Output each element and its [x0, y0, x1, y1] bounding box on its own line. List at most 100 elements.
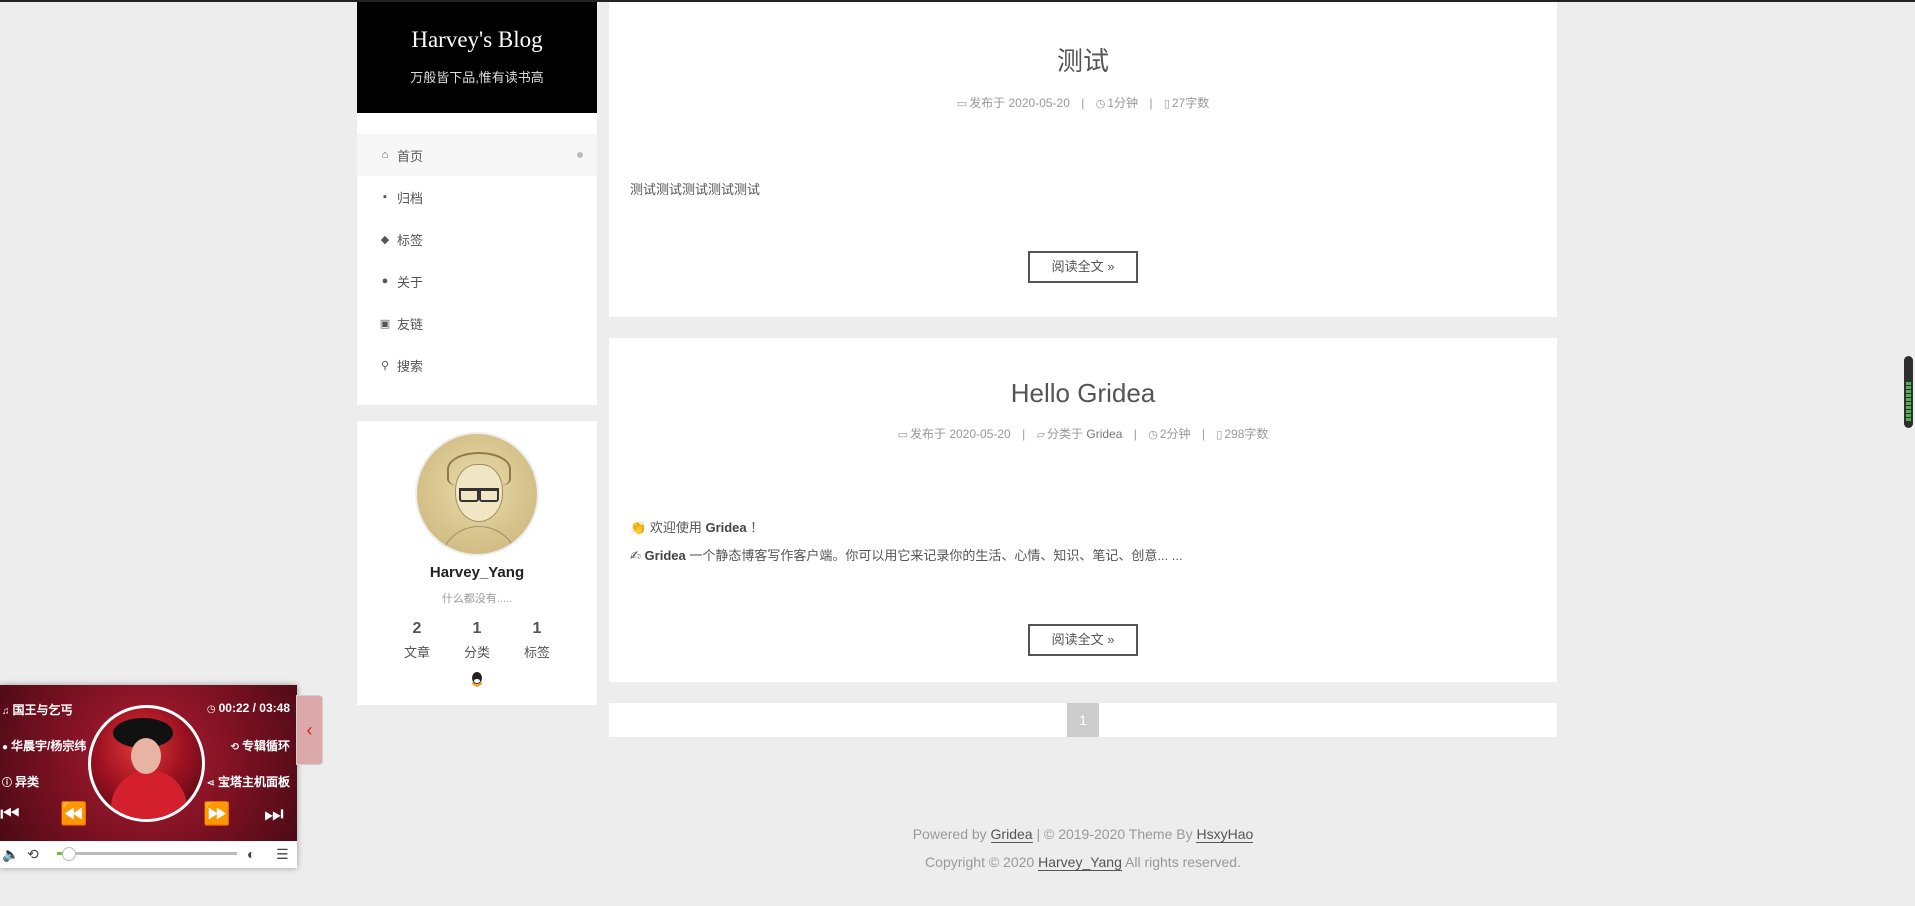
excerpt-text: 欢迎使用	[649, 520, 702, 535]
footer-text: | © 2019-2020 Theme By	[1036, 826, 1193, 842]
footer-line-1: Powered by Gridea | © 2019-2020 Theme By…	[609, 820, 1557, 848]
footer: Powered by Gridea | © 2019-2020 Theme By…	[609, 820, 1557, 876]
site-brand: Harvey's Blog 万般皆下品,惟有读书高	[357, 2, 597, 113]
category-prefix: 分类于	[1047, 427, 1084, 441]
loop-mode[interactable]: ⟲ 专辑循环	[231, 737, 290, 754]
song-title: ♫ 国王与乞丐	[2, 701, 73, 718]
word-count: 27字数	[1171, 96, 1210, 110]
menu-item-label: 友链	[397, 316, 424, 332]
stat-label: 标签	[523, 645, 550, 660]
toggle-icon[interactable]: ◐	[247, 846, 255, 862]
menu-item-home[interactable]: ⌂ 首页	[357, 134, 597, 176]
address-book-icon: ▣	[379, 317, 391, 330]
page-number-current[interactable]: 1	[1067, 703, 1099, 737]
info-icon: ⓘ	[2, 778, 12, 789]
excerpt-line: 👏 欢迎使用 Gridea ！	[630, 514, 1536, 542]
meta-separator: |	[1022, 427, 1026, 441]
menu-item-about[interactable]: ● 关于	[357, 260, 597, 302]
share-icon: ⋖	[206, 778, 215, 789]
rewind-icon[interactable]: ⏪	[60, 803, 87, 825]
player-collapse-button[interactable]: ‹	[296, 695, 323, 765]
excerpt-bold: Gridea	[705, 520, 747, 535]
writing-hand-icon: ✍	[630, 548, 641, 563]
stat-number: 1	[472, 620, 482, 637]
qq-icon[interactable]	[357, 671, 597, 690]
word-count: 298字数	[1224, 427, 1269, 441]
post-meta: ▭ 发布于 2020-05-20 | ▱ 分类于 Gridea | ◷ 2分钟 | ▯…	[609, 425, 1557, 442]
site-subtitle: 万般皆下品,惟有读书高	[410, 70, 544, 85]
stat-posts[interactable]: 2 文章	[387, 620, 447, 661]
scrollbar-thumb[interactable]	[1904, 356, 1913, 428]
clock-icon: ◷	[206, 704, 216, 715]
footer-text: Powered by	[912, 826, 987, 842]
album-name: 异类	[15, 775, 40, 789]
menu-item-links[interactable]: ▣ 友链	[357, 302, 597, 344]
menu-item-archive[interactable]: ▪ 归档	[357, 176, 597, 218]
album-cover[interactable]	[88, 705, 205, 822]
avatar-body	[439, 526, 519, 554]
post-excerpt: 测试测试测试测试测试	[630, 182, 761, 197]
song-time: ◷ 00:22 / 03:48	[207, 701, 290, 715]
menu-item-label: 首页	[397, 148, 424, 164]
repeat-icon: ⟲	[230, 742, 239, 753]
avatar	[415, 432, 539, 556]
post-date: 发布于 2020-05-20	[910, 427, 1011, 441]
category-link[interactable]: Gridea	[1086, 427, 1122, 441]
stat-number: 1	[532, 620, 542, 637]
post-meta: ▭ 发布于 2020-05-20 | ◷ 1分钟 | ▯ 27字数	[609, 94, 1557, 111]
read-more-button[interactable]: 阅读全文 »	[1028, 624, 1138, 656]
share-link[interactable]: ⋖ 宝塔主机面板	[207, 773, 290, 790]
song-album: ⓘ 异类	[2, 773, 39, 790]
menu-item-tags[interactable]: ◆ 标签	[357, 218, 597, 260]
pagination: 1	[609, 703, 1557, 737]
repeat-icon[interactable]: ⟲	[27, 846, 39, 862]
post-title[interactable]: Hello Gridea	[609, 378, 1557, 409]
site-title[interactable]: Harvey's Blog	[357, 27, 597, 53]
playlist-icon[interactable]: ☰	[276, 846, 289, 862]
profile-description: 什么都没有.....	[441, 593, 513, 605]
profile-card: Harvey_Yang 什么都没有..... 2 文章 1 分类 1 标签	[357, 421, 597, 705]
post-title[interactable]: 测试	[609, 41, 1557, 78]
profile-name: Harvey_Yang	[429, 564, 525, 581]
progress-track[interactable]	[57, 852, 237, 855]
share-text: 宝塔主机面板	[217, 775, 290, 789]
post-card: 测试 ▭ 发布于 2020-05-20 | ◷ 1分钟 | ▯ 27字数 测试测试测试…	[609, 2, 1557, 317]
meta-separator: |	[1201, 427, 1205, 441]
cover-face	[131, 738, 161, 774]
volume-icon[interactable]: 🔈	[2, 846, 19, 862]
music-player: ♫ 国王与乞丐 ◷ 00:22 / 03:48 ● 华晨宇/杨宗纬 ⟲ 专辑循环 ⓘ 异类…	[0, 685, 297, 868]
read-more-button[interactable]: 阅读全文 »	[1028, 251, 1138, 283]
fast-forward-icon[interactable]: ⏩	[203, 803, 230, 825]
active-indicator	[577, 152, 583, 158]
archive-icon: ▪	[383, 191, 387, 203]
stat-label: 分类	[463, 645, 490, 660]
meta-separator: |	[1081, 96, 1085, 110]
song-name: 国王与乞丐	[12, 703, 73, 717]
home-icon: ⌂	[381, 149, 389, 161]
excerpt-text: ！	[750, 520, 764, 535]
meta-separator: |	[1149, 96, 1153, 110]
gridea-link[interactable]: Gridea	[990, 826, 1033, 843]
footer-text: All rights reserved.	[1125, 854, 1241, 870]
footer-text: Copyright © 2020	[925, 854, 1035, 870]
user-icon: ●	[2, 742, 9, 753]
menu-item-label: 关于	[397, 274, 424, 290]
excerpt-text: 一个静态博客写作客户端。你可以用它来记录你的生活、心情、知识、笔记、创意... …	[689, 548, 1183, 563]
skip-forward-icon[interactable]: ⏭	[264, 803, 284, 825]
cover-coat	[111, 770, 187, 819]
calendar-icon: ▭	[956, 98, 968, 110]
menu-item-search[interactable]: ⚲ 搜索	[357, 344, 597, 386]
loop-mode-text: 专辑循环	[241, 739, 290, 753]
footer-line-2: Copyright © 2020 Harvey_Yang All rights …	[609, 848, 1557, 876]
progress-knob[interactable]	[62, 847, 76, 861]
theme-author-link[interactable]: HsxyHao	[1196, 826, 1254, 843]
author-link[interactable]: Harvey_Yang	[1038, 854, 1122, 871]
stat-tags[interactable]: 1 标签	[507, 620, 567, 661]
skip-back-icon[interactable]: ⏮	[0, 803, 20, 825]
avatar-glasses	[459, 488, 499, 502]
waving-hand-icon: 👏	[630, 520, 647, 535]
search-icon: ⚲	[380, 359, 390, 372]
stat-categories[interactable]: 1 分类	[447, 620, 507, 661]
calendar-icon: ▭	[897, 429, 908, 441]
tags-icon: ◆	[380, 233, 390, 246]
